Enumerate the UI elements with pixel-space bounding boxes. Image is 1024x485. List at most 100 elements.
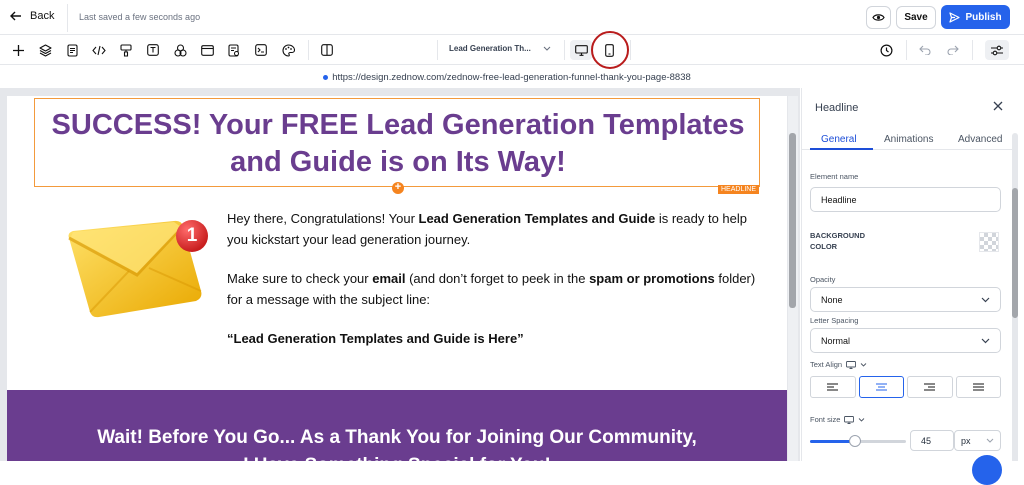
status-dot-icon bbox=[323, 74, 329, 80]
chevron-down-icon bbox=[543, 46, 551, 51]
preview-button[interactable] bbox=[866, 6, 891, 29]
font-size-unit: px bbox=[961, 435, 971, 446]
url-bar[interactable]: https://design.zednow.com/zednow-free-le… bbox=[0, 66, 1024, 88]
undo-icon[interactable] bbox=[917, 42, 933, 58]
banner-line-2: I Have Something Special for You! bbox=[7, 452, 787, 461]
divider bbox=[906, 40, 907, 60]
align-justify-icon bbox=[972, 383, 984, 391]
panel-scrollbar-thumb[interactable] bbox=[1012, 188, 1018, 318]
opacity-value: None bbox=[821, 294, 843, 305]
saved-status: Last saved a few seconds ago bbox=[79, 12, 201, 22]
headline-element[interactable]: SUCCESS! Your FREE Lead Generation Templ… bbox=[34, 98, 760, 194]
envelope-icon: 1 bbox=[59, 213, 214, 323]
background-color-label: BACKGROUND COLOR bbox=[810, 231, 865, 251]
divider bbox=[972, 40, 973, 60]
paragraph-3: “Lead Generation Templates and Guide is … bbox=[227, 331, 524, 346]
chevron-down-icon bbox=[981, 297, 990, 303]
editor-canvas: SUCCESS! Your FREE Lead Generation Templ… bbox=[0, 88, 800, 461]
font-size-input[interactable]: 45 bbox=[910, 430, 954, 451]
form-icon[interactable] bbox=[226, 42, 242, 58]
element-name-label: Element name bbox=[810, 172, 859, 181]
top-bar: Back Last saved a few seconds ago Save P… bbox=[0, 0, 1024, 35]
publish-button[interactable]: Publish bbox=[941, 5, 1010, 29]
background-color-swatch[interactable] bbox=[979, 232, 999, 252]
terminal-icon[interactable] bbox=[253, 42, 269, 58]
url-text: https://design.zednow.com/zednow-free-le… bbox=[332, 71, 691, 83]
page-preview: SUCCESS! Your FREE Lead Generation Templ… bbox=[7, 96, 787, 461]
cta-banner-section[interactable]: Wait! Before You Go... As a Thank You fo… bbox=[7, 390, 787, 461]
letter-spacing-label: Letter Spacing bbox=[810, 316, 859, 325]
columns-icon[interactable] bbox=[319, 42, 335, 58]
arrow-left-icon bbox=[10, 11, 22, 21]
history-icon[interactable] bbox=[878, 42, 894, 58]
element-name-value: Headline bbox=[821, 194, 857, 205]
divider bbox=[67, 4, 68, 32]
panel-title: Headline bbox=[815, 102, 859, 114]
body-text[interactable]: Hey there, Congratulations! Your Lead Ge… bbox=[227, 209, 767, 369]
desktop-icon bbox=[844, 415, 855, 424]
close-icon[interactable] bbox=[992, 100, 1006, 114]
align-right-button[interactable] bbox=[907, 376, 953, 398]
text-align-label: Text Align bbox=[810, 360, 867, 369]
editor-toolbar: Lead Generation Th... bbox=[0, 35, 1024, 65]
redo-icon[interactable] bbox=[945, 42, 961, 58]
align-left-button[interactable] bbox=[810, 376, 856, 398]
sliders-icon bbox=[990, 45, 1004, 56]
send-icon bbox=[949, 11, 961, 23]
settings-panel: Headline General Animations Advanced Ele… bbox=[801, 88, 1024, 461]
opacity-select[interactable]: None bbox=[810, 287, 1001, 312]
font-size-unit-select[interactable]: px bbox=[954, 430, 1001, 451]
help-chat-button[interactable] bbox=[972, 455, 1002, 485]
palette-icon[interactable] bbox=[280, 42, 296, 58]
layers-icon[interactable] bbox=[37, 42, 53, 58]
publish-label: Publish bbox=[965, 11, 1002, 23]
mobile-icon bbox=[604, 43, 614, 57]
opacity-label: Opacity bbox=[810, 275, 836, 284]
canvas-scrollbar-thumb[interactable] bbox=[789, 133, 796, 308]
element-name-input[interactable]: Headline bbox=[810, 187, 1001, 212]
align-justify-button[interactable] bbox=[955, 376, 1001, 398]
paint-icon[interactable] bbox=[118, 42, 134, 58]
plus-icon[interactable] bbox=[10, 42, 26, 58]
chevron-down-icon bbox=[860, 362, 867, 367]
notification-count: 1 bbox=[186, 225, 198, 246]
text-icon[interactable] bbox=[145, 42, 161, 58]
desktop-view-button[interactable] bbox=[570, 40, 592, 60]
divider bbox=[564, 40, 565, 60]
page-icon[interactable] bbox=[64, 42, 80, 58]
font-size-label: Font size bbox=[810, 415, 865, 424]
add-element-icon[interactable]: + bbox=[392, 182, 404, 194]
page-select[interactable]: Lead Generation Th... bbox=[449, 44, 551, 53]
eye-icon bbox=[872, 13, 885, 22]
save-button[interactable]: Save bbox=[896, 6, 936, 29]
back-label: Back bbox=[30, 10, 55, 22]
text-align-group bbox=[810, 376, 1001, 398]
back-button[interactable]: Back bbox=[10, 10, 54, 22]
panel-tabs: General Animations Advanced bbox=[802, 126, 1012, 150]
font-size-slider[interactable] bbox=[810, 435, 906, 447]
shapes-icon[interactable] bbox=[172, 42, 188, 58]
align-right-icon bbox=[924, 383, 936, 391]
tab-general[interactable]: General bbox=[821, 134, 857, 145]
code-icon[interactable] bbox=[91, 42, 107, 58]
chevron-down-icon bbox=[986, 438, 994, 443]
divider bbox=[437, 40, 438, 60]
align-left-icon bbox=[827, 383, 839, 391]
divider bbox=[308, 40, 309, 60]
font-size-slider-thumb[interactable] bbox=[849, 435, 861, 447]
mobile-view-button[interactable] bbox=[598, 40, 620, 60]
window-icon[interactable] bbox=[199, 42, 215, 58]
font-size-value: 45 bbox=[921, 435, 932, 446]
banner-line-1: Wait! Before You Go... As a Thank You fo… bbox=[97, 427, 697, 448]
desktop-icon bbox=[574, 44, 588, 56]
chevron-down-icon bbox=[858, 417, 865, 422]
desktop-icon bbox=[846, 360, 857, 369]
letter-spacing-select[interactable]: Normal bbox=[810, 328, 1001, 353]
tab-advanced[interactable]: Advanced bbox=[958, 134, 1002, 145]
tab-animations[interactable]: Animations bbox=[884, 134, 933, 145]
divider bbox=[630, 40, 631, 60]
element-type-badge: HEADLINE bbox=[718, 185, 760, 194]
align-center-button[interactable] bbox=[858, 376, 904, 398]
headline-line-2: and Guide is on Its Way! bbox=[230, 146, 566, 178]
settings-panel-toggle[interactable] bbox=[985, 40, 1009, 60]
